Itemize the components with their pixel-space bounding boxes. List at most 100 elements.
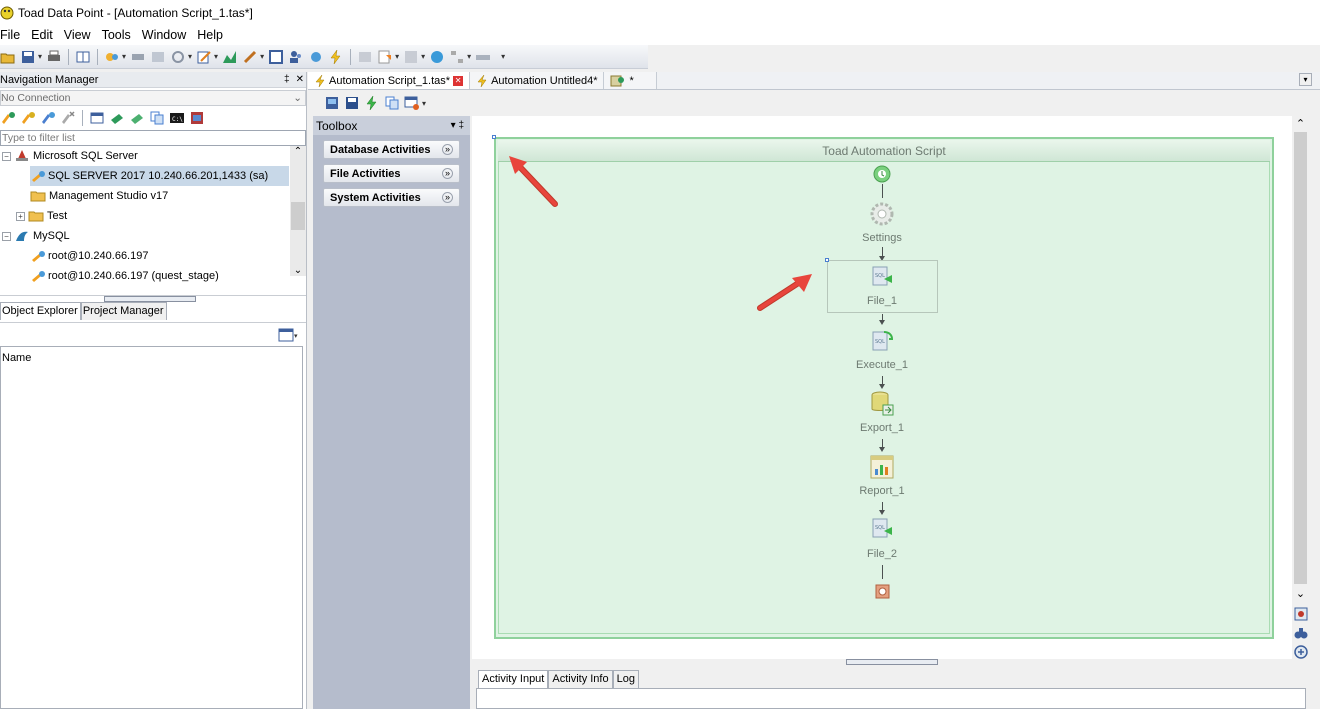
find-binoculars-icon[interactable] xyxy=(1293,625,1309,641)
tree-scrollbar[interactable]: ⌃ ⌄ xyxy=(290,146,306,276)
connect-green-icon[interactable] xyxy=(109,110,125,126)
canvas-scrollbar-thumb[interactable] xyxy=(1294,132,1307,584)
copy-icon[interactable] xyxy=(149,110,165,126)
scroll-up-icon[interactable]: ⌃ xyxy=(290,146,306,160)
edit-connection-icon[interactable] xyxy=(20,110,36,126)
collapse-icon[interactable]: − xyxy=(2,231,11,241)
tabs-dropdown-icon[interactable]: ▾ xyxy=(1299,73,1312,86)
menu-tools[interactable]: Tools xyxy=(102,28,138,42)
toolbar-overflow-icon[interactable]: ▾ xyxy=(501,52,505,61)
toolbox-group-system-activities[interactable]: System Activities » xyxy=(323,188,460,207)
bottom-splitter-handle[interactable] xyxy=(846,659,938,665)
web-icon[interactable] xyxy=(429,49,445,65)
start-node-icon[interactable] xyxy=(873,165,891,183)
menu-view[interactable]: View xyxy=(64,28,98,42)
settings-gear-icon[interactable] xyxy=(869,201,895,227)
collapse-icon[interactable]: − xyxy=(2,151,11,161)
disconnect-green-icon[interactable] xyxy=(129,110,145,126)
scroll-up-icon[interactable]: ⌃ xyxy=(1292,116,1309,130)
add-connection-icon[interactable] xyxy=(0,110,16,126)
tree-item-root-mysql[interactable]: root@10.240.66.197 xyxy=(30,246,148,266)
tab-log[interactable]: Log xyxy=(612,670,639,688)
chart-icon[interactable] xyxy=(222,49,238,65)
tab-automation-untitled4[interactable]: Automation Untitled4* xyxy=(470,72,605,89)
edit-dropdown-icon[interactable]: ▾ xyxy=(214,52,218,61)
report-icon[interactable] xyxy=(403,49,419,65)
users-icon[interactable] xyxy=(288,49,304,65)
print-icon[interactable] xyxy=(46,49,62,65)
copy-script-icon[interactable] xyxy=(384,95,400,111)
tab-activity-input[interactable]: Activity Input xyxy=(478,670,549,688)
globe-search-icon[interactable] xyxy=(308,49,324,65)
export-database-icon[interactable] xyxy=(869,390,897,418)
brush-icon[interactable] xyxy=(242,49,258,65)
connection-select[interactable]: No Connection ⌄ xyxy=(0,90,306,106)
tree-item-mysql[interactable]: − MySQL xyxy=(2,226,70,246)
refresh-connection-icon[interactable] xyxy=(40,110,56,126)
hierarchy-icon[interactable] xyxy=(449,49,465,65)
menu-window[interactable]: Window xyxy=(142,28,193,42)
resize-handle[interactable] xyxy=(492,135,496,139)
toolbox-group-file-activities[interactable]: File Activities » xyxy=(323,164,460,183)
refresh-icon[interactable] xyxy=(170,49,186,65)
schedule-dropdown-icon[interactable]: ▾ xyxy=(422,99,426,108)
grid-view-icon[interactable]: ▾ xyxy=(278,328,298,345)
execute-sql-icon[interactable]: SQL xyxy=(870,328,896,354)
menu-edit[interactable]: Edit xyxy=(31,28,60,42)
end-node-icon[interactable] xyxy=(875,584,890,599)
tree-scrollbar-thumb[interactable] xyxy=(291,202,305,230)
tree-item-sql-server-2017[interactable]: SQL SERVER 2017 10.240.66.201,1433 (sa) xyxy=(30,166,289,186)
save-dropdown-icon[interactable]: ▾ xyxy=(38,52,42,61)
terminal-icon[interactable]: C:\ xyxy=(169,110,185,126)
window-icon[interactable] xyxy=(268,49,284,65)
tab-activity-info[interactable]: Activity Info xyxy=(548,670,613,688)
tab-project-manager[interactable]: Project Manager xyxy=(80,302,167,320)
new-connection-icon[interactable] xyxy=(104,49,120,65)
close-tab-icon[interactable]: ✕ xyxy=(453,75,464,86)
tab-automation-script-1[interactable]: Automation Script_1.tas* ✕ xyxy=(308,72,471,89)
filter-input[interactable]: Type to filter list xyxy=(0,130,306,146)
open-script-icon[interactable] xyxy=(324,95,340,111)
schema-icon[interactable] xyxy=(150,49,166,65)
report-activity-icon[interactable] xyxy=(870,455,894,479)
close-icon[interactable]: ✕ xyxy=(296,74,304,85)
scroll-down-icon[interactable]: ⌄ xyxy=(290,265,306,276)
scroll-down-icon[interactable]: ⌄ xyxy=(1292,587,1309,600)
disconnect-icon[interactable] xyxy=(130,49,146,65)
tree-item-management-studio[interactable]: Management Studio v17 xyxy=(30,186,168,206)
report-dropdown-icon[interactable]: ▾ xyxy=(421,52,425,61)
open-folder-icon[interactable] xyxy=(0,49,16,65)
zoom-fit-icon[interactable] xyxy=(1293,606,1309,622)
file-activity-icon[interactable]: SQL xyxy=(870,265,896,289)
menu-help[interactable]: Help xyxy=(197,28,230,42)
schedule-icon[interactable] xyxy=(404,95,420,111)
tree-item-root-quest-stage[interactable]: root@10.240.66.197 (quest_stage) xyxy=(30,266,219,286)
zoom-in-icon[interactable] xyxy=(1293,644,1309,660)
expand-icon[interactable]: + xyxy=(16,211,25,221)
automation-bolt-icon[interactable] xyxy=(328,49,344,65)
pin-icon[interactable]: ‡ xyxy=(284,74,290,85)
properties-icon[interactable] xyxy=(89,110,105,126)
file-activity-icon[interactable]: SQL xyxy=(870,517,896,541)
tree-item-test[interactable]: + Test xyxy=(16,206,67,226)
brush-dropdown-icon[interactable]: ▾ xyxy=(260,52,264,61)
run-bolt-icon[interactable] xyxy=(364,95,380,111)
book-icon[interactable] xyxy=(75,49,91,65)
grid-icon[interactable] xyxy=(357,49,373,65)
save-icon[interactable] xyxy=(20,49,36,65)
tab-object-explorer[interactable]: Object Explorer xyxy=(0,302,81,320)
connection-dropdown-icon[interactable]: ▾ xyxy=(122,52,126,61)
toolbox-pin-icon[interactable]: ▾ ‡ xyxy=(451,120,464,131)
import-dropdown-icon[interactable]: ▾ xyxy=(395,52,399,61)
column-header-name[interactable]: Name xyxy=(1,347,302,369)
selection-handle[interactable] xyxy=(825,258,829,262)
tab-query[interactable]: * xyxy=(604,72,657,89)
connect-icon[interactable] xyxy=(475,49,491,65)
hierarchy-dropdown-icon[interactable]: ▾ xyxy=(467,52,471,61)
save-script-icon[interactable] xyxy=(344,95,360,111)
toolbox-group-database-activities[interactable]: Database Activities » xyxy=(323,140,460,159)
remove-connection-icon[interactable] xyxy=(60,110,76,126)
tree-item-microsoft-sql-server[interactable]: − Microsoft SQL Server xyxy=(2,146,138,166)
compare-icon[interactable] xyxy=(189,110,205,126)
edit-icon[interactable] xyxy=(196,49,212,65)
